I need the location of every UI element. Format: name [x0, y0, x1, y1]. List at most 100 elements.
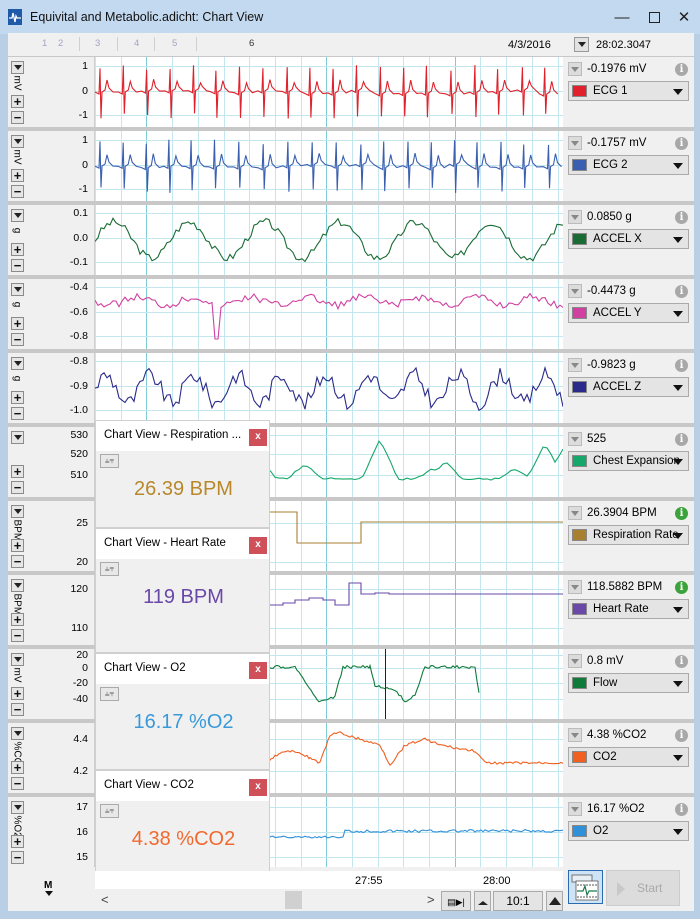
value-menu-button[interactable]: [568, 802, 582, 816]
popup-header[interactable]: Chart View - CO2 x: [96, 771, 269, 801]
record-mode-button[interactable]: [568, 870, 603, 904]
value-menu-button[interactable]: [568, 62, 582, 76]
channel-selector[interactable]: CO2: [568, 747, 689, 767]
scale-expand-button[interactable]: +: [11, 835, 24, 848]
scale-compress-button[interactable]: −: [11, 259, 24, 272]
channel-selector[interactable]: ACCEL Y: [568, 303, 689, 323]
scale-expand-button[interactable]: +: [11, 465, 24, 478]
scale-expand-button[interactable]: +: [11, 243, 24, 256]
value-menu-button[interactable]: [568, 136, 582, 150]
channel-selector[interactable]: ECG 1: [568, 81, 689, 101]
value-menu-button[interactable]: [568, 358, 582, 372]
scale-compress-button[interactable]: −: [11, 555, 24, 568]
scale-compress-button[interactable]: −: [11, 185, 24, 198]
info-icon[interactable]: i: [675, 803, 688, 816]
scale-menu-button[interactable]: [11, 431, 24, 444]
channel-selector[interactable]: Chest Expansion: [568, 451, 689, 471]
channel-plot[interactable]: [95, 353, 563, 423]
scale-compress-button[interactable]: −: [11, 111, 24, 124]
info-icon[interactable]: i: [675, 433, 688, 446]
channel-selector[interactable]: O2: [568, 821, 689, 841]
scale-compress-button[interactable]: −: [11, 629, 24, 642]
popup-header[interactable]: Chart View - Respiration ... x: [96, 421, 269, 451]
value-menu-button[interactable]: [568, 210, 582, 224]
value-menu-button[interactable]: [568, 654, 582, 668]
channel-selector[interactable]: ACCEL X: [568, 229, 689, 249]
zoom-in-button[interactable]: [546, 891, 563, 911]
scale-compress-button[interactable]: −: [11, 777, 24, 790]
channel-selector[interactable]: Respiration Rate: [568, 525, 689, 545]
info-icon[interactable]: i: [675, 507, 688, 520]
channel-plot[interactable]: [95, 205, 563, 275]
popup-header[interactable]: Chart View - O2 x: [96, 654, 269, 684]
page-tab-5[interactable]: 5: [172, 38, 177, 49]
popup-close-button[interactable]: x: [249, 662, 267, 679]
scale-menu-button[interactable]: [11, 579, 24, 592]
autoscroll-button[interactable]: ▤▶|: [441, 891, 471, 911]
info-icon[interactable]: i: [675, 729, 688, 742]
scale-expand-button[interactable]: +: [11, 169, 24, 182]
scale-expand-button[interactable]: +: [11, 539, 24, 552]
zoom-out-button[interactable]: [474, 891, 491, 911]
minimize-button[interactable]: —: [606, 0, 638, 34]
scale-menu-button[interactable]: [11, 357, 24, 370]
scale-menu-button[interactable]: [11, 209, 24, 222]
info-icon[interactable]: i: [675, 285, 688, 298]
scale-menu-button[interactable]: [11, 283, 24, 296]
scale-expand-button[interactable]: +: [11, 391, 24, 404]
marker-button[interactable]: M: [44, 880, 53, 896]
channel-plot[interactable]: [95, 279, 563, 349]
scale-menu-button[interactable]: [11, 801, 24, 814]
settings-sliders-icon[interactable]: ⫨⫧: [100, 687, 119, 701]
info-icon[interactable]: i: [675, 137, 688, 150]
value-menu-button[interactable]: [568, 284, 582, 298]
info-icon[interactable]: i: [675, 581, 688, 594]
page-tab-4[interactable]: 4: [134, 38, 139, 49]
close-button[interactable]: ✕: [668, 0, 700, 34]
info-icon[interactable]: i: [675, 63, 688, 76]
scroll-left-button[interactable]: <: [101, 892, 109, 907]
info-icon[interactable]: i: [675, 359, 688, 372]
popup-close-button[interactable]: x: [249, 429, 267, 446]
scale-expand-button[interactable]: +: [11, 761, 24, 774]
page-tab-6[interactable]: 6: [249, 38, 254, 49]
time-format-button[interactable]: [574, 37, 589, 52]
channel-plot[interactable]: [95, 57, 563, 127]
value-menu-button[interactable]: [568, 506, 582, 520]
channel-selector[interactable]: Heart Rate: [568, 599, 689, 619]
popup-close-button[interactable]: x: [249, 779, 267, 796]
popup-close-button[interactable]: x: [249, 537, 267, 554]
scale-expand-button[interactable]: +: [11, 317, 24, 330]
settings-sliders-icon[interactable]: ⫨⫧: [100, 804, 119, 818]
scale-menu-button[interactable]: [11, 505, 24, 518]
popup-header[interactable]: Chart View - Heart Rate x: [96, 529, 269, 559]
channel-selector[interactable]: ACCEL Z: [568, 377, 689, 397]
page-tab-2[interactable]: 2: [58, 38, 63, 49]
scale-compress-button[interactable]: −: [11, 333, 24, 346]
scale-expand-button[interactable]: +: [11, 95, 24, 108]
start-button[interactable]: Start: [606, 870, 680, 906]
settings-sliders-icon[interactable]: ⫨⫧: [100, 454, 119, 468]
scale-menu-button[interactable]: [11, 653, 24, 666]
scale-compress-button[interactable]: −: [11, 481, 24, 494]
zoom-ratio[interactable]: 10:1: [493, 891, 543, 911]
scale-menu-button[interactable]: [11, 135, 24, 148]
info-icon[interactable]: i: [675, 655, 688, 668]
maximize-button[interactable]: [638, 0, 670, 34]
settings-sliders-icon[interactable]: ⫨⫧: [100, 562, 119, 576]
scale-expand-button[interactable]: +: [11, 613, 24, 626]
scroll-right-button[interactable]: >: [427, 892, 435, 907]
info-icon[interactable]: i: [675, 211, 688, 224]
channel-selector[interactable]: ECG 2: [568, 155, 689, 175]
scale-compress-button[interactable]: −: [11, 851, 24, 864]
channel-plot[interactable]: [95, 131, 563, 201]
scale-menu-button[interactable]: [11, 61, 24, 74]
scroll-thumb[interactable]: [285, 891, 302, 909]
page-tab-3[interactable]: 3: [95, 38, 100, 49]
scale-expand-button[interactable]: +: [11, 687, 24, 700]
scale-compress-button[interactable]: −: [11, 407, 24, 420]
channel-selector[interactable]: Flow: [568, 673, 689, 693]
value-menu-button[interactable]: [568, 728, 582, 742]
page-tab-1[interactable]: 1: [42, 38, 47, 49]
scale-menu-button[interactable]: [11, 727, 24, 740]
